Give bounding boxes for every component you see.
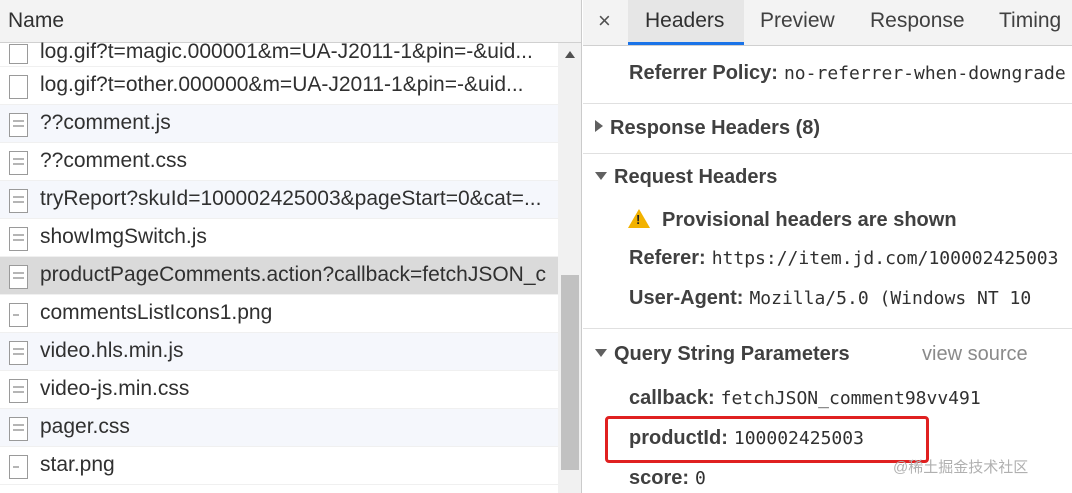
file-doc-icon: [9, 417, 28, 441]
section-divider: [583, 328, 1072, 329]
param-value: fetchJSON_comment98vv491: [720, 388, 981, 409]
watermark: @稀土掘金技术社区: [893, 459, 1029, 476]
request-name: log.gif?t=magic.000001&m=UA-J2011-1&pin=…: [40, 40, 533, 63]
request-row[interactable]: star.png: [0, 447, 558, 485]
request-detail-panel: × Headers Preview Response Timing Referr…: [583, 0, 1072, 493]
file-doc-icon: [9, 189, 28, 213]
request-row[interactable]: commentsListIcons1.png: [0, 295, 558, 333]
section-title: Response Headers (8): [610, 117, 821, 139]
param-value: 0: [695, 468, 706, 489]
request-row[interactable]: pager.css: [0, 409, 558, 447]
file-doc-icon: [9, 227, 28, 251]
request-name: ??comment.js: [40, 111, 171, 134]
request-row[interactable]: log.gif?t=magic.000001&m=UA-J2011-1&pin=…: [0, 40, 558, 67]
request-row[interactable]: showImgSwitch.js: [0, 219, 558, 257]
image-file-icon: [9, 455, 28, 479]
provisional-headers-warning: Provisional headers are shown: [662, 209, 957, 231]
param-key: callback:: [629, 387, 715, 409]
request-name: video-js.min.css: [40, 377, 190, 400]
request-name: tryReport?skuId=100002425003&pageStart=0…: [40, 187, 542, 210]
file-doc-icon: [9, 265, 28, 289]
header-key: Referrer Policy:: [629, 62, 778, 84]
network-request-list: Name log.gif?t=magic.000001&m=UA-J2011-1…: [0, 0, 582, 493]
request-name: video.hls.min.js: [40, 339, 184, 362]
request-row-selected[interactable]: productPageComments.action?callback=fetc…: [0, 257, 558, 295]
section-title: Request Headers: [614, 166, 778, 188]
collapse-arrow-icon: [595, 172, 607, 180]
expand-arrow-icon: [595, 120, 603, 132]
header-value: Mozilla/5.0 (Windows NT 10: [749, 288, 1032, 309]
query-string-toggle[interactable]: Query String Parameters: [595, 343, 850, 366]
request-headers-toggle[interactable]: Request Headers: [595, 166, 777, 189]
referer-row: Referer: https://item.jd.com/100002425003: [629, 247, 1058, 270]
query-param-score: score: 0: [629, 467, 706, 490]
active-tab-indicator: [628, 42, 744, 45]
tab-timing[interactable]: Timing: [999, 9, 1061, 33]
request-row[interactable]: video-js.min.css: [0, 371, 558, 409]
collapse-arrow-icon: [595, 349, 607, 357]
request-row[interactable]: ??comment.js: [0, 105, 558, 143]
file-doc-icon: [9, 151, 28, 175]
section-divider: [583, 103, 1072, 104]
scroll-up-arrow-icon[interactable]: [565, 51, 575, 58]
referrer-policy-row: Referrer Policy: no-referrer-when-downgra…: [629, 62, 1066, 85]
header-value: no-referrer-when-downgrade: [783, 63, 1066, 84]
file-doc-icon: [9, 379, 28, 403]
query-param-callback: callback: fetchJSON_comment98vv491: [629, 387, 981, 410]
header-key: User-Agent:: [629, 287, 744, 309]
section-title: Query String Parameters: [614, 343, 850, 365]
name-column-header[interactable]: Name: [0, 0, 581, 43]
request-name: ??comment.css: [40, 149, 188, 172]
tab-headers[interactable]: Headers: [645, 9, 724, 33]
response-headers-toggle[interactable]: Response Headers (8): [595, 117, 820, 140]
param-key: score:: [629, 467, 690, 489]
file-plain-icon: [9, 44, 28, 64]
request-name: productPageComments.action?callback=fetc…: [40, 263, 547, 286]
header-value: https://item.jd.com/100002425003: [711, 248, 1059, 269]
request-name: log.gif?t=other.000000&m=UA-J2011-1&pin=…: [40, 73, 524, 96]
request-name: showImgSwitch.js: [40, 225, 207, 248]
file-plain-icon: [9, 75, 28, 99]
highlight-annotation-box: [605, 416, 929, 463]
request-row[interactable]: ??comment.css: [0, 143, 558, 181]
section-divider: [583, 153, 1072, 154]
request-name: commentsListIcons1.png: [40, 301, 273, 324]
scrollbar-thumb[interactable]: [561, 275, 579, 470]
request-name: pager.css: [40, 415, 130, 438]
detail-tabbar: × Headers Preview Response Timing: [583, 0, 1072, 46]
user-agent-row: User-Agent: Mozilla/5.0 (Windows NT 10: [629, 287, 1031, 310]
image-file-icon: [9, 303, 28, 327]
request-row[interactable]: video.hls.min.js: [0, 333, 558, 371]
close-icon[interactable]: ×: [598, 8, 611, 34]
request-name: star.png: [40, 453, 115, 476]
tab-preview[interactable]: Preview: [760, 9, 835, 33]
file-doc-icon: [9, 113, 28, 137]
tab-response[interactable]: Response: [870, 9, 965, 33]
file-doc-icon: [9, 341, 28, 365]
request-rows: log.gif?t=magic.000001&m=UA-J2011-1&pin=…: [0, 40, 558, 485]
request-row[interactable]: tryReport?skuId=100002425003&pageStart=0…: [0, 181, 558, 219]
view-source-link[interactable]: view source: [922, 343, 1028, 366]
name-column-label: Name: [8, 9, 65, 32]
vertical-scrollbar[interactable]: [558, 43, 581, 493]
warning-exclamation: !: [636, 212, 641, 227]
header-key: Referer:: [629, 247, 706, 269]
request-row[interactable]: log.gif?t=other.000000&m=UA-J2011-1&pin=…: [0, 67, 558, 105]
